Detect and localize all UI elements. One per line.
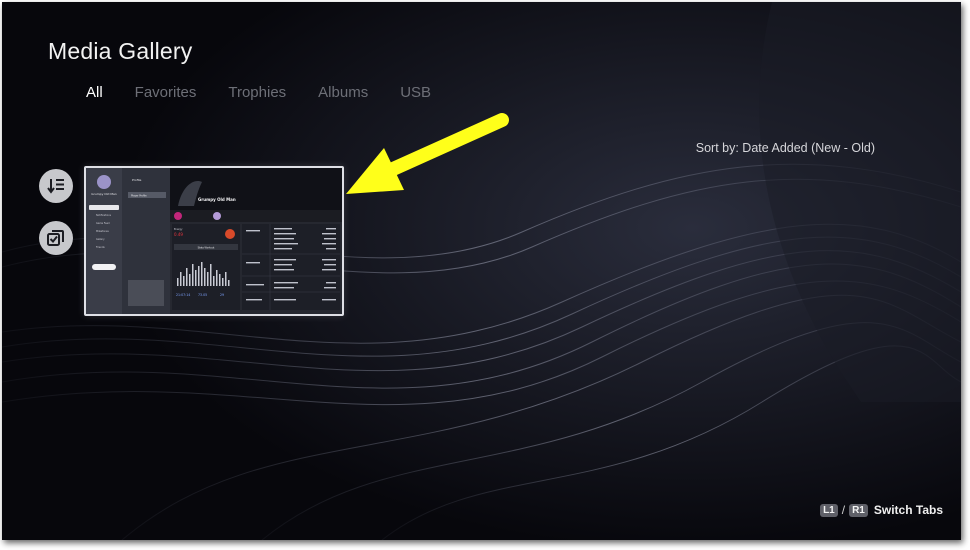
thumb-stat-value: 73.05 [198, 293, 207, 297]
thumb-sidebar-item: Gallery [96, 238, 105, 241]
thumb-sidebar-item: Notifications [96, 214, 112, 217]
tab-bar: All Favorites Trophies Albums USB [86, 84, 463, 101]
hint-separator: / [841, 503, 846, 517]
sort-button[interactable] [39, 169, 73, 203]
switch-tabs-hint: L1 / R1 Switch Tabs [818, 503, 943, 517]
tab-trophies[interactable]: Trophies [228, 84, 286, 101]
svg-text:0.49: 0.49 [174, 232, 183, 237]
tab-favorites[interactable]: Favorites [135, 84, 197, 101]
tab-all[interactable]: All [86, 84, 103, 101]
tab-albums[interactable]: Albums [318, 84, 368, 101]
thumb-sidebar-item: Milestones [96, 230, 109, 233]
thumb-profile-heading: Profile [132, 178, 141, 182]
thumb-profile-name: Grumpy Old Man [91, 192, 116, 196]
thumb-sidebar-item: Game Feed [96, 222, 110, 225]
r1-button-glyph: R1 [849, 503, 868, 517]
l1-button-glyph: L1 [820, 503, 838, 517]
thumb-stats-heading: Stats Workout [198, 247, 215, 250]
thumb-sidebar-item: Friends [96, 246, 105, 249]
page-title: Media Gallery [48, 38, 193, 64]
annotation-arrow-icon [346, 113, 509, 194]
sort-list-icon [47, 179, 64, 194]
profile-avatar-icon [97, 175, 111, 189]
multi-select-button[interactable] [39, 221, 73, 255]
thumb-banner-name: Grumpy Old Man [198, 197, 236, 202]
svg-text:Energy: Energy [174, 228, 183, 231]
screen-frame: Media Gallery All Favorites Trophies Alb… [2, 2, 961, 540]
screenshot-preview: Grumpy Old Man Notifications Game Feed M… [86, 168, 342, 314]
media-thumbnail[interactable]: Grumpy Old Man Notifications Game Feed M… [84, 166, 344, 316]
thumb-stat-value: 21:07:14 [176, 293, 190, 297]
thumb-player-profile: Player Profile [131, 195, 147, 198]
thumb-stat-value: 29 [220, 293, 224, 297]
sort-selector[interactable]: Sort by: Date Added (New - Old) [696, 141, 875, 155]
multi-select-icon [47, 230, 64, 246]
hint-label: Switch Tabs [873, 503, 943, 517]
tab-usb[interactable]: USB [400, 84, 431, 101]
